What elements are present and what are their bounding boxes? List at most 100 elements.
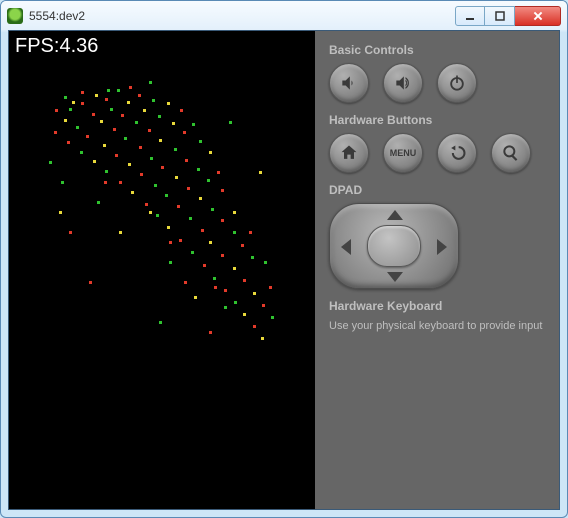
particle-dot xyxy=(209,331,212,334)
particle-dot xyxy=(158,115,161,118)
particle-dot xyxy=(172,122,175,125)
dpad-up-button[interactable] xyxy=(387,210,403,220)
particle-dot xyxy=(128,163,131,166)
particle-dot xyxy=(161,166,164,169)
particle-dot xyxy=(221,219,224,222)
back-icon xyxy=(447,143,467,163)
particle-dot xyxy=(107,89,110,92)
particle-dot xyxy=(139,146,142,149)
particle-dot xyxy=(127,101,130,104)
particle-dot xyxy=(86,135,89,138)
dpad-down-button[interactable] xyxy=(387,272,403,282)
particle-dot xyxy=(115,154,118,157)
particle-dot xyxy=(49,161,52,164)
particle-dot xyxy=(207,179,210,182)
minimize-button[interactable] xyxy=(455,6,485,26)
particle-dot xyxy=(103,144,106,147)
particle-dot xyxy=(243,313,246,316)
particle-dot xyxy=(201,229,204,232)
basic-controls-label: Basic Controls xyxy=(329,43,545,57)
particle-dot xyxy=(224,306,227,309)
particle-dot xyxy=(64,119,67,122)
particle-dot xyxy=(251,256,254,259)
search-button[interactable] xyxy=(491,133,531,173)
controls-panel: Basic Controls Hardware Buttons MENU xyxy=(315,31,559,509)
particle-dot xyxy=(148,129,151,132)
dpad xyxy=(329,203,459,289)
particle-dot xyxy=(105,170,108,173)
particle-dot xyxy=(167,102,170,105)
particle-dot xyxy=(119,181,122,184)
device-screen[interactable]: FPS:4.36 xyxy=(9,31,315,509)
particle-dot xyxy=(61,181,64,184)
particle-dot xyxy=(233,231,236,234)
hardware-keyboard-hint: Use your physical keyboard to provide in… xyxy=(329,319,545,334)
particle-dot xyxy=(131,191,134,194)
particle-dot xyxy=(72,101,75,104)
search-icon xyxy=(501,143,521,163)
titlebar[interactable]: 5554:dev2 xyxy=(1,1,567,30)
particle-dot xyxy=(92,113,95,116)
volume-up-button[interactable] xyxy=(383,63,423,103)
particle-dot xyxy=(138,94,141,97)
menu-button[interactable]: MENU xyxy=(383,133,423,173)
particle-dot xyxy=(150,157,153,160)
dpad-label: DPAD xyxy=(329,183,545,197)
back-button[interactable] xyxy=(437,133,477,173)
particle-dot xyxy=(192,123,195,126)
particle-dot xyxy=(149,81,152,84)
maximize-button[interactable] xyxy=(485,6,515,26)
particle-dot xyxy=(81,91,84,94)
particle-dot xyxy=(187,187,190,190)
particle-dot xyxy=(191,251,194,254)
power-button[interactable] xyxy=(437,63,477,103)
volume-down-button[interactable] xyxy=(329,63,369,103)
particle-dot xyxy=(110,108,113,111)
particle-dot xyxy=(76,126,79,129)
particle-dot xyxy=(269,286,272,289)
particle-dot xyxy=(143,109,146,112)
particle-dot xyxy=(93,160,96,163)
close-button[interactable] xyxy=(515,6,561,26)
dpad-center-button[interactable] xyxy=(367,225,421,267)
particle-dot xyxy=(197,168,200,171)
particle-dot xyxy=(259,171,262,174)
particle-dot xyxy=(199,197,202,200)
particle-dot xyxy=(81,102,84,105)
particle-dot xyxy=(184,281,187,284)
particle-dot xyxy=(119,231,122,234)
particle-dot xyxy=(264,261,267,264)
particle-dot xyxy=(185,159,188,162)
dpad-left-button[interactable] xyxy=(341,239,351,255)
particle-dot xyxy=(67,141,70,144)
particle-dot xyxy=(55,109,58,112)
emulator-window: 5554:dev2 FPS:4.36 Basic Controls xyxy=(0,0,568,518)
particle-dot xyxy=(105,98,108,101)
particle-dot xyxy=(152,99,155,102)
app-icon xyxy=(7,8,23,24)
particle-dot xyxy=(194,296,197,299)
dpad-right-button[interactable] xyxy=(437,239,447,255)
particle-dot xyxy=(124,137,127,140)
particle-dot xyxy=(224,289,227,292)
home-icon xyxy=(339,143,359,163)
particle-dot xyxy=(271,316,274,319)
particle-dot xyxy=(104,181,107,184)
window-title: 5554:dev2 xyxy=(29,9,449,23)
home-button[interactable] xyxy=(329,133,369,173)
particle-dot xyxy=(95,94,98,97)
particle-dot xyxy=(167,226,170,229)
particle-dot xyxy=(262,304,265,307)
particle-dot xyxy=(209,241,212,244)
particle-dot xyxy=(169,261,172,264)
particle-dot xyxy=(121,114,124,117)
particle-dot xyxy=(149,211,152,214)
particle-dot xyxy=(221,189,224,192)
menu-icon: MENU xyxy=(390,148,417,158)
particle-dot xyxy=(234,301,237,304)
particle-dot xyxy=(145,203,148,206)
particle-dot xyxy=(169,241,172,244)
particle-dot xyxy=(253,325,256,328)
hardware-buttons-label: Hardware Buttons xyxy=(329,113,545,127)
particle-dot xyxy=(97,201,100,204)
